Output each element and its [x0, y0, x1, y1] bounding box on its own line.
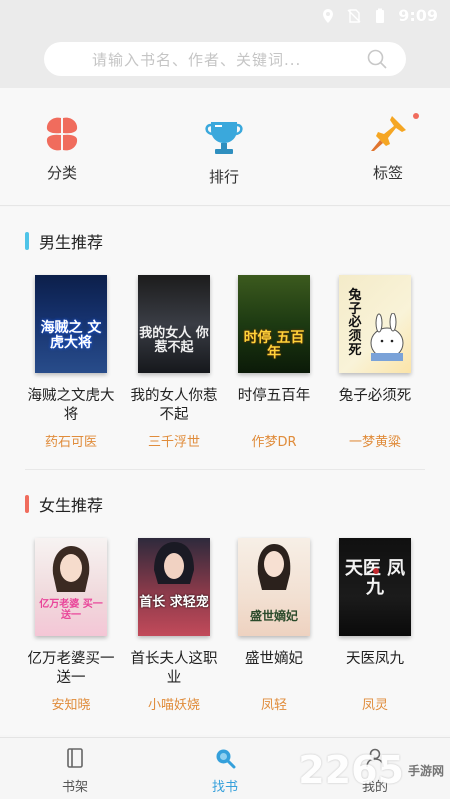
watermark: 2265 手游网: [298, 748, 444, 792]
watermark-number: 2265: [298, 748, 404, 792]
portrait-illustration: [154, 542, 194, 584]
no-sim-icon: [347, 8, 361, 23]
bookshelf-icon: [67, 748, 83, 768]
book-card[interactable]: 首长 求轻宠 首长夫人这职业 小喵妖娆: [124, 538, 224, 713]
section-accent-bar: [25, 495, 29, 513]
cover-title: 盛世嫡妃: [249, 609, 298, 623]
book-card[interactable]: 天医 凤九 天医凤九 凤灵: [325, 538, 425, 713]
cover-title: 我的女人 你惹不起: [139, 326, 209, 355]
quick-nav: 分类 排行 标签: [0, 88, 450, 206]
quick-nav-tags-label: 标签: [372, 164, 403, 182]
book-title: 海贼之文虎大将: [27, 388, 115, 423]
book-author: 三千浮世: [147, 435, 200, 450]
tab-find-book-label: 找书: [211, 780, 238, 795]
book-title: 首长夫人这职业: [130, 651, 218, 686]
book-cover: 时停 五百年: [238, 275, 310, 373]
book-author: 凤灵: [361, 698, 388, 713]
cover-title: 天医 凤九: [344, 558, 406, 598]
portrait-illustration: [52, 546, 90, 592]
pin-icon: [371, 116, 406, 151]
book-card[interactable]: 我的女人 你惹不起 我的女人你惹不起 三千浮世: [124, 275, 224, 450]
book-author: 药石可医: [44, 435, 97, 450]
book-cover: 盛世嫡妃: [238, 538, 310, 636]
cover-title: 首长 求轻宠: [139, 595, 209, 610]
book-cover: 亿万老婆 买一送一: [35, 538, 107, 636]
notification-dot: [413, 113, 419, 119]
book-cover: 首长 求轻宠: [138, 538, 210, 636]
book-title: 兔子必须死: [338, 388, 412, 404]
trophy-icon: [205, 122, 243, 154]
category-icon: [46, 117, 78, 151]
quick-nav-category-label: 分类: [46, 164, 77, 182]
book-card[interactable]: 时停 五百年 时停五百年 作梦DR: [224, 275, 324, 450]
search-placeholder: 请输入书名、作者、关键词...: [92, 50, 302, 69]
female-section-title: 女生推荐: [39, 496, 104, 515]
book-cover: 海贼之 文虎大将: [35, 275, 107, 373]
quick-nav-tags[interactable]: 标签: [348, 112, 428, 183]
status-time: 9:09: [398, 6, 438, 25]
cover-title: 兔子 必须 死: [348, 288, 362, 358]
book-author: 凤轻: [260, 698, 287, 713]
book-card[interactable]: 海贼之 文虎大将 海贼之文虎大将 药石可医: [21, 275, 121, 450]
cover-title: 海贼之 文虎大将: [40, 320, 102, 351]
battery-icon: [376, 8, 385, 23]
cover-title: 时停 五百年: [243, 330, 305, 361]
quick-nav-ranking[interactable]: 排行: [184, 116, 264, 187]
find-book-icon: [216, 749, 236, 769]
book-cover: 天医 凤九: [339, 538, 411, 636]
book-author: 安知晓: [51, 698, 91, 713]
book-cover: 我的女人 你惹不起: [138, 275, 210, 373]
book-author: 一梦黄粱: [348, 435, 401, 450]
status-bar: 9:09: [0, 0, 450, 30]
search-input[interactable]: 请输入书名、作者、关键词...: [44, 42, 406, 76]
book-author: 作梦DR: [251, 435, 297, 450]
rabbit-illustration: [370, 313, 404, 361]
book-author: 小喵妖娆: [147, 698, 200, 713]
female-recommend-section: 女生推荐 亿万老婆 买一送一 亿万老婆买一送一 安知晓 首长 求轻宠 首长夫人这…: [0, 470, 450, 735]
cover-title: 亿万老婆 买一送一: [39, 599, 103, 621]
section-accent-bar: [25, 232, 29, 250]
book-title: 时停五百年: [237, 388, 311, 404]
book-card[interactable]: 兔子 必须 死 兔子必须死 一梦黄粱: [325, 275, 425, 450]
tab-find-book[interactable]: 找书: [195, 746, 255, 795]
male-recommend-section: 男生推荐 海贼之 文虎大将 海贼之文虎大将 药石可医 我的女人 你惹不起 我的女…: [0, 207, 450, 470]
book-card[interactable]: 盛世嫡妃 盛世嫡妃 凤轻: [224, 538, 324, 713]
section-title: 女生推荐: [25, 492, 103, 516]
search-icon[interactable]: [366, 48, 388, 70]
book-title: 亿万老婆买一送一: [27, 651, 115, 686]
tab-bookshelf[interactable]: 书架: [45, 746, 105, 795]
quick-nav-category[interactable]: 分类: [22, 112, 102, 183]
tab-bookshelf-label: 书架: [61, 780, 88, 795]
book-title: 天医凤九: [346, 651, 404, 667]
book-card[interactable]: 亿万老婆 买一送一 亿万老婆买一送一 安知晓: [21, 538, 121, 713]
book-title: 盛世嫡妃: [245, 651, 303, 667]
male-section-title: 男生推荐: [39, 233, 104, 252]
portrait-illustration: [257, 544, 291, 590]
cover-accent: [373, 568, 379, 574]
quick-nav-ranking-label: 排行: [208, 168, 239, 186]
watermark-text: 手游网: [407, 763, 444, 778]
section-title: 男生推荐: [25, 229, 103, 253]
book-cover: 兔子 必须 死: [339, 275, 411, 373]
book-title: 我的女人你惹不起: [130, 388, 218, 423]
location-icon: [323, 8, 334, 23]
header: 请输入书名、作者、关键词...: [0, 30, 450, 88]
